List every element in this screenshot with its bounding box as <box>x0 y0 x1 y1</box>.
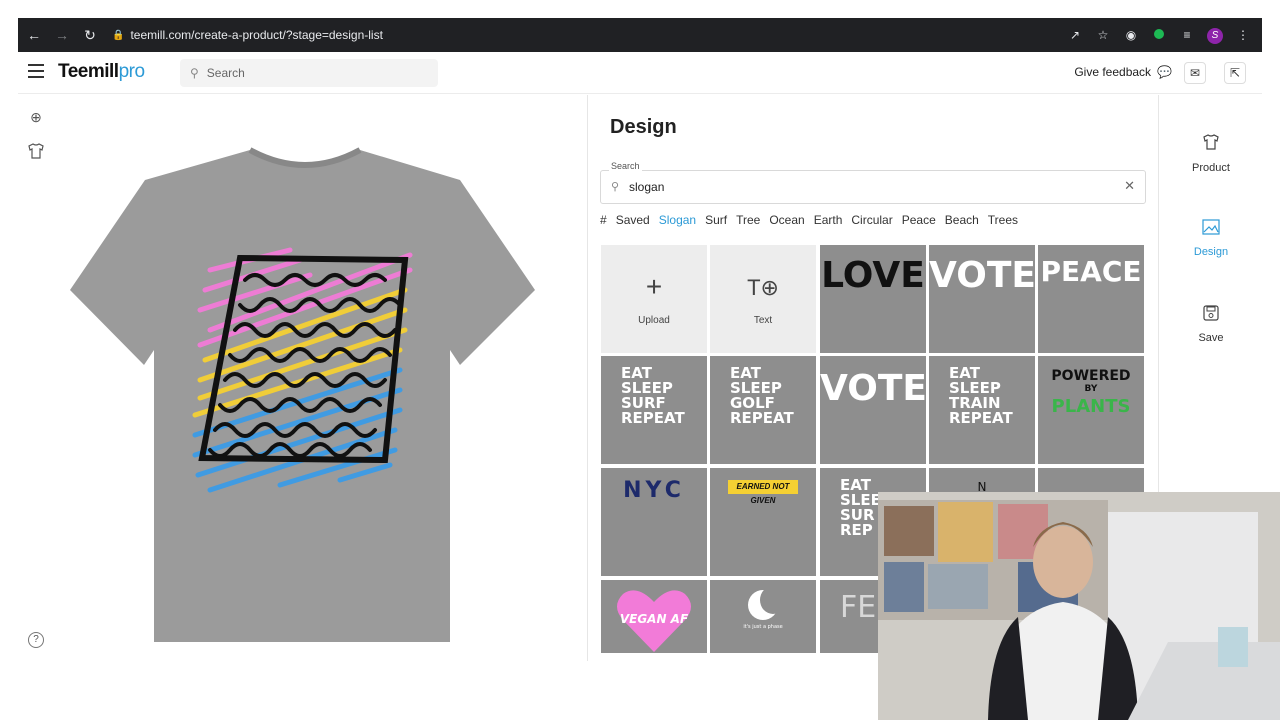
nav-product[interactable]: Product <box>1159 133 1263 174</box>
tag-filter-bar: # Saved Slogan Surf Tree Ocean Earth Cir… <box>600 213 1018 227</box>
design-surf2-stack: EAT SLEE SUR REP <box>840 476 881 539</box>
design-tile-moon[interactable]: it's just a phase <box>710 580 816 653</box>
nav-design[interactable]: Design <box>1159 219 1263 258</box>
nav-save[interactable]: Save <box>1159 305 1263 344</box>
powered-text: POWERED <box>1051 368 1131 384</box>
app-header: Teemillpro ⚲ Search Give feedback 💬 ✉ ⇱ <box>18 52 1262 94</box>
design-tile-vegan-af[interactable]: VEGAN AF <box>601 580 707 653</box>
tag-tree[interactable]: Tree <box>736 213 760 227</box>
design-train-stack: EAT SLEEP TRAIN REPEAT <box>949 364 1013 427</box>
upload-tile[interactable]: + Upload <box>601 245 707 353</box>
site-search-placeholder: Search <box>206 66 245 80</box>
text-label: Text <box>753 315 773 326</box>
upload-label: Upload <box>638 315 670 326</box>
profile-avatar[interactable]: S <box>1206 27 1224 44</box>
chat-bubble-icon: 💬 <box>1157 65 1172 79</box>
design-tile-peace[interactable]: PEACE <box>1038 245 1144 353</box>
reload-icon[interactable]: ↻ <box>78 23 102 47</box>
design-golf-stack: EAT SLEEP GOLF REPEAT <box>730 364 794 427</box>
text-tile[interactable]: T⊕ Text <box>710 245 816 353</box>
design-peace-text: PEACE <box>1040 255 1142 288</box>
mail-icon[interactable]: ✉ <box>1184 62 1206 84</box>
tshirt-outline-icon[interactable] <box>26 141 46 161</box>
tag-beach[interactable]: Beach <box>945 213 979 227</box>
tag-peace[interactable]: Peace <box>902 213 936 227</box>
edit-external-icon[interactable]: ⇱ <box>1224 62 1246 84</box>
give-feedback-label: Give feedback <box>1074 65 1152 79</box>
vegan-text: VEGAN AF <box>619 612 689 626</box>
design-tile-vote-2[interactable]: VOTE <box>820 356 926 464</box>
site-search-input[interactable]: ⚲ Search <box>180 59 438 87</box>
browser-bar: ← → ↻ 🔒 teemill.com/create-a-product/?st… <box>18 18 1262 52</box>
design-tile-love[interactable]: LOVE <box>820 245 926 353</box>
forward-icon[interactable]: → <box>50 23 74 47</box>
browser-actions: ↗ ☆ ◉ ≡ S ⋮ <box>1066 27 1252 44</box>
design-tile-eat-sleep-train[interactable]: EAT SLEEP TRAIN REPEAT <box>929 356 1035 464</box>
design-search-input[interactable]: Search ⚲ slogan ✕ <box>600 161 1146 204</box>
tag-trees[interactable]: Trees <box>988 213 1018 227</box>
nav-design-label: Design <box>1193 246 1229 258</box>
design-tile-earned-not-given[interactable]: EARNED NOT GIVEN <box>710 468 816 576</box>
plus-icon: + <box>645 271 663 302</box>
panel-divider <box>587 95 588 661</box>
nyc-text: NYC <box>623 478 685 503</box>
back-icon[interactable]: ← <box>22 23 46 47</box>
star-icon[interactable]: ☆ <box>1094 28 1112 42</box>
plants-text: PLANTS <box>1051 396 1131 417</box>
open-external-icon[interactable]: ↗ <box>1066 28 1084 42</box>
zoom-in-icon[interactable]: ⊕ <box>26 107 46 127</box>
design-search-value: slogan <box>629 180 665 194</box>
extension-status-icon[interactable] <box>1150 28 1168 42</box>
image-icon <box>1159 219 1263 240</box>
lock-icon: 🔒 <box>112 29 125 41</box>
give-feedback-button[interactable]: Give feedback 💬 <box>1074 65 1172 79</box>
clear-search-icon[interactable]: ✕ <box>1124 178 1135 194</box>
nav-product-label: Product <box>1192 162 1230 174</box>
tag-earth[interactable]: Earth <box>814 213 843 227</box>
teemill-logo[interactable]: Teemillpro <box>58 61 145 83</box>
design-tile-nyc[interactable]: NYC <box>601 468 707 576</box>
design-surf-stack: EAT SLEEP SURF REPEAT <box>621 364 685 427</box>
tshirt-icon <box>1159 133 1263 156</box>
design-love-text: LOVE <box>821 255 925 296</box>
browser-menu-icon[interactable]: ⋮ <box>1234 28 1252 42</box>
tag-surf[interactable]: Surf <box>705 213 727 227</box>
earned-text: EARNED NOT GIVEN <box>728 480 798 505</box>
design-tile-eat-sleep-golf[interactable]: EAT SLEEP GOLF REPEAT <box>710 356 816 464</box>
nav-save-label: Save <box>1198 332 1224 344</box>
top-strip <box>0 0 1280 18</box>
webcam-overlay <box>878 492 1280 720</box>
design-tile-eat-sleep-surf[interactable]: EAT SLEEP SURF REPEAT <box>601 356 707 464</box>
tshirt-image <box>70 147 535 642</box>
help-icon[interactable]: ? <box>28 632 44 648</box>
media-queue-icon[interactable]: ≡ <box>1178 28 1196 42</box>
save-icon <box>1159 305 1263 326</box>
url-text: teemill.com/create-a-product/?stage=desi… <box>130 28 383 42</box>
tag-hash[interactable]: # <box>600 213 607 227</box>
tag-slogan[interactable]: Slogan <box>659 213 696 227</box>
search-icon: ⚲ <box>190 66 199 80</box>
moon-caption: it's just a phase <box>743 624 783 630</box>
design-panel-title: Design <box>610 116 677 138</box>
design-tile-vote[interactable]: VOTE <box>929 245 1035 353</box>
by-text: BY <box>1084 384 1098 394</box>
tag-saved[interactable]: Saved <box>616 213 650 227</box>
camera-icon[interactable]: ◉ <box>1122 28 1140 42</box>
design-vote-text: VOTE <box>929 255 1035 296</box>
add-text-icon: T⊕ <box>747 275 779 300</box>
design-vote2-text: VOTE <box>820 368 926 409</box>
tag-ocean[interactable]: Ocean <box>769 213 804 227</box>
menu-icon[interactable] <box>28 64 44 78</box>
search-icon: ⚲ <box>611 181 620 193</box>
screen: ← → ↻ 🔒 teemill.com/create-a-product/?st… <box>0 0 1280 720</box>
tshirt-preview[interactable] <box>60 140 550 650</box>
design-search-label: Search <box>609 161 642 171</box>
tag-circular[interactable]: Circular <box>851 213 892 227</box>
address-bar[interactable]: 🔒 teemill.com/create-a-product/?stage=de… <box>112 28 1066 42</box>
design-tile-powered-by-plants[interactable]: POWERED BY PLANTS <box>1038 356 1144 464</box>
